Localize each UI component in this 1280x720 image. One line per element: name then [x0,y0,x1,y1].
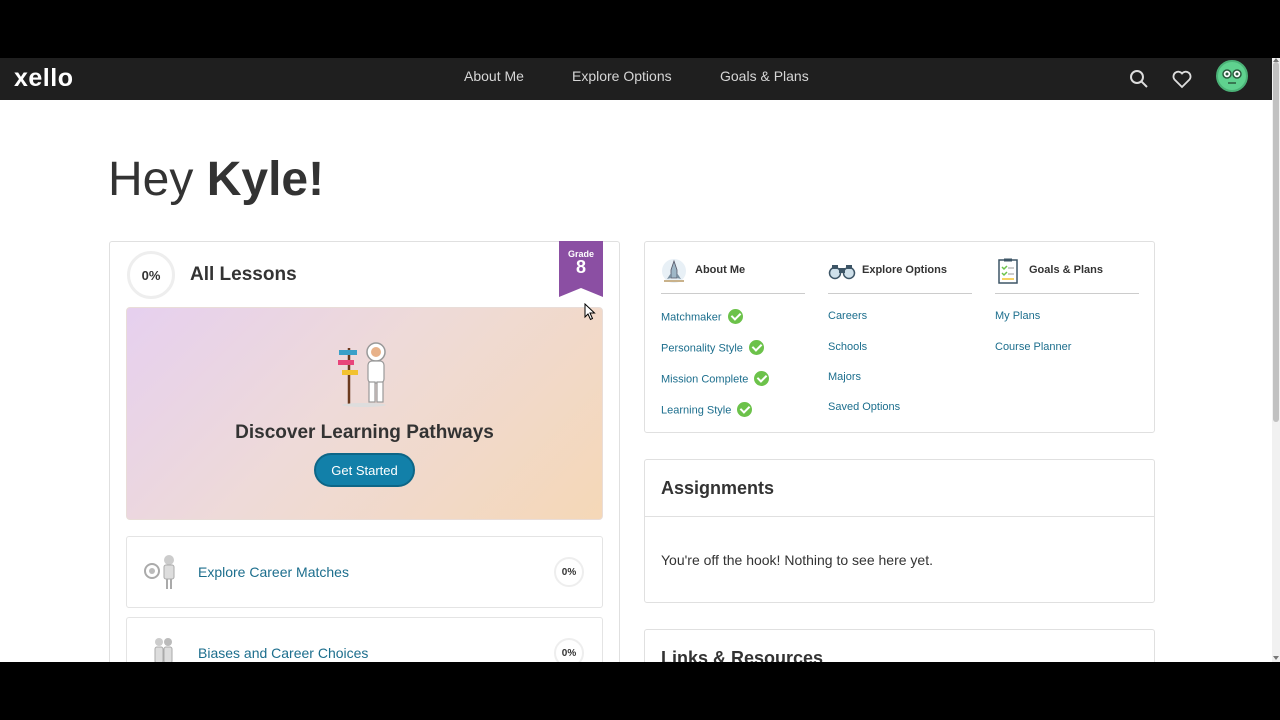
matchmaker-link[interactable]: Matchmaker [661,309,743,325]
section-title: Explore Options [862,264,947,276]
link-label[interactable]: Personality Style [661,342,743,354]
checklist-icon [995,258,1021,284]
section-header: Explore Options [828,258,972,294]
scroll-thumb[interactable] [1273,62,1279,422]
learning-style-link[interactable]: Learning Style [661,402,753,418]
mission-complete-link[interactable]: Mission Complete [661,371,770,387]
assignments-card: Assignments You're off the hook! Nothing… [644,459,1155,603]
assignments-header: Assignments [645,460,1154,517]
majors-link[interactable]: Majors [828,371,861,383]
lesson-row[interactable]: Explore Career Matches 0% [126,536,603,608]
links-resources-title: Links & Resources [661,648,824,662]
biases-illustration-icon [149,634,179,662]
sections-overview-card: About Me Matchmaker Personality Style Mi… [644,241,1155,433]
personality-style-link[interactable]: Personality Style [661,340,764,356]
explore-options-column: Explore Options Careers Schools Majors S… [828,258,972,413]
nav-explore-options[interactable]: Explore Options [572,68,672,84]
greeting-prefix: Hey [108,153,194,206]
career-matches-illustration-icon [143,551,179,591]
goals-plans-column: Goals & Plans My Plans Course Planner [995,258,1139,353]
section-header: About Me [661,258,805,294]
lesson-link[interactable]: Explore Career Matches [198,564,349,580]
section-header: Goals & Plans [995,258,1139,294]
lesson-link[interactable]: Biases and Career Choices [198,645,368,661]
grade-ribbon: Grade 8 [559,241,603,297]
complete-check-icon [727,309,743,324]
saved-options-link[interactable]: Saved Options [828,401,900,413]
astronaut-signpost-illustration-icon [334,338,394,408]
top-navigation-bar: xello About Me Explore Options Goals & P… [0,58,1272,100]
lesson-progress-circle: 0% [554,638,584,662]
page-greeting: Hey Kyle! [108,152,324,207]
link-label[interactable]: Matchmaker [661,311,722,323]
page-scrollbar[interactable] [1272,58,1280,662]
section-title: Goals & Plans [1029,264,1103,276]
lessons-progress-circle: 0% [127,251,175,299]
xello-logo[interactable]: xello [14,64,73,93]
greeting-name: Kyle! [206,153,325,206]
scroll-down-arrow-icon[interactable] [1273,656,1279,660]
get-started-button[interactable]: Get Started [314,453,415,487]
grade-number: 8 [575,257,586,277]
heart-icon[interactable] [1170,67,1194,91]
rocket-icon [661,258,687,284]
hero-title: Discover Learning Pathways [235,422,494,443]
about-me-column: About Me Matchmaker Personality Style Mi… [661,258,805,417]
careers-link[interactable]: Careers [828,310,867,322]
user-avatar[interactable] [1216,60,1248,92]
assignments-title: Assignments [661,478,775,498]
link-label[interactable]: Learning Style [661,404,731,416]
lesson-progress-circle: 0% [554,557,584,587]
mouse-cursor-icon [584,302,596,321]
complete-check-icon [754,371,770,386]
nav-goals-plans[interactable]: Goals & Plans [720,68,809,84]
app-viewport: xello About Me Explore Options Goals & P… [0,58,1280,662]
lessons-title: All Lessons [190,264,297,285]
complete-check-icon [748,340,764,355]
course-planner-link[interactable]: Course Planner [995,341,1071,353]
discover-pathways-banner: Discover Learning Pathways Get Started [126,307,603,520]
link-label[interactable]: Mission Complete [661,373,748,385]
section-title: About Me [695,264,746,276]
links-resources-card: Links & Resources [644,629,1155,662]
search-icon[interactable] [1127,67,1151,91]
binoculars-icon [828,258,856,284]
lesson-row[interactable]: Biases and Career Choices 0% [126,617,603,662]
assignments-empty-message: You're off the hook! Nothing to see here… [661,552,933,568]
schools-link[interactable]: Schools [828,341,867,353]
lessons-card: 0% All Lessons Grade 8 Discover Learning… [109,241,620,662]
nav-about-me[interactable]: About Me [464,68,524,84]
complete-check-icon [737,402,753,417]
my-plans-link[interactable]: My Plans [995,310,1040,322]
